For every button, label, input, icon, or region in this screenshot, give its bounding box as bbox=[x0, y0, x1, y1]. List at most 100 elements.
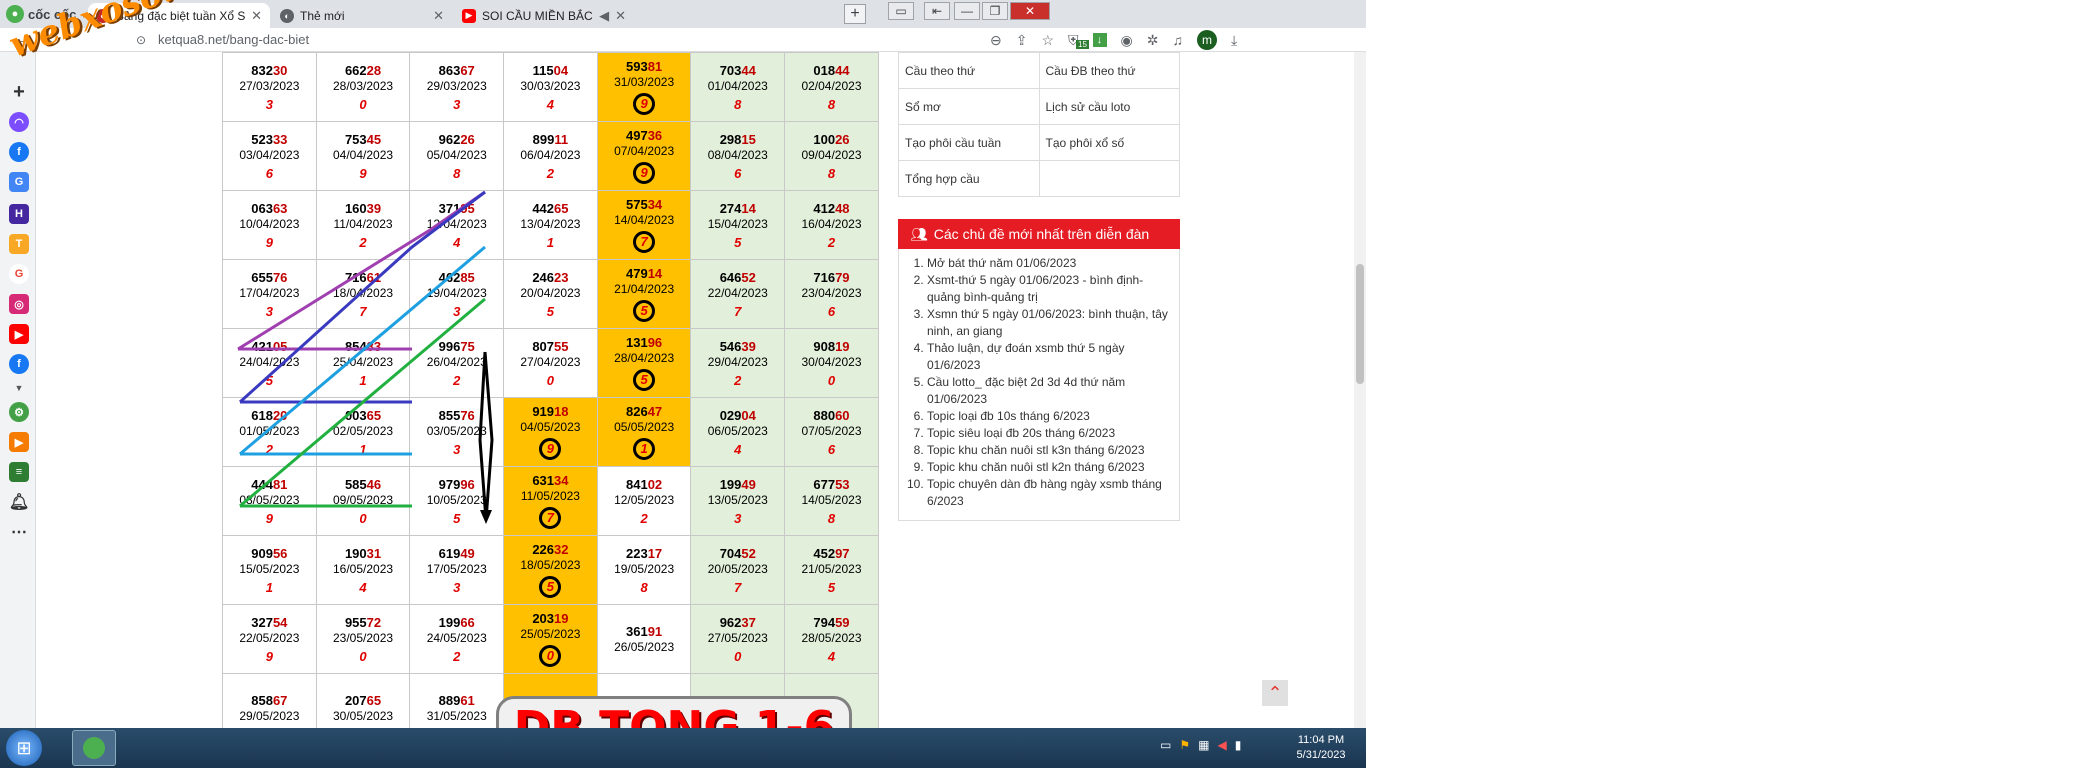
url-field[interactable]: ketqua8.net/bang-dac-biet bbox=[158, 32, 309, 47]
result-number: 66228 bbox=[317, 63, 410, 78]
chevron-down-icon[interactable]: ▼ bbox=[9, 378, 29, 398]
tray-power-icon[interactable]: ▮ bbox=[1235, 738, 1242, 752]
forum-topic-link[interactable]: Topic siêu loại đb 20s tháng 6/2023 bbox=[927, 425, 1171, 442]
youtube-icon[interactable]: ▶ bbox=[9, 324, 29, 344]
adblock-icon[interactable]: ⛨ 15 bbox=[1068, 32, 1089, 49]
result-date: 15/05/2023 bbox=[239, 561, 300, 576]
forum-topic-link[interactable]: Topic loại đb 10s tháng 6/2023 bbox=[927, 408, 1171, 425]
quick-link[interactable]: Lịch sử cầu loto bbox=[1038, 88, 1180, 125]
google-icon[interactable]: G bbox=[9, 264, 29, 284]
result-cell: 44265 13/04/2023 1 bbox=[503, 190, 598, 260]
left-sidebar: + ◠ f G H T G ◎ ▶ f ▼ ⚙ ▶ ≡ 🔔︎ ⋯ bbox=[0, 52, 36, 728]
tab-soi-cau[interactable]: ▶ SOI CẦU MIỀN BẮC NGÀY ◀ ✕ bbox=[454, 3, 634, 28]
result-number: 61820 bbox=[223, 408, 316, 423]
translate-icon[interactable]: G bbox=[9, 172, 29, 192]
restore-button[interactable]: ❐ bbox=[982, 2, 1008, 20]
extensions-puzzle-icon[interactable]: ✲ bbox=[1147, 32, 1159, 49]
avatar[interactable]: m bbox=[1196, 30, 1217, 50]
scroll-to-top-button[interactable]: ⌃ bbox=[1262, 680, 1288, 706]
coccoc-logo-icon: ● bbox=[6, 5, 24, 23]
t-app-icon[interactable]: T bbox=[9, 234, 29, 254]
result-number-head: 631 bbox=[532, 473, 555, 488]
quick-link[interactable]: Tạo phôi cầu tuần bbox=[898, 124, 1040, 161]
downloads-icon[interactable]: ⤓ bbox=[1231, 32, 1237, 49]
result-number-head: 841 bbox=[626, 476, 648, 492]
taskbar-clock[interactable]: 11:04 PM 5/31/2023 bbox=[1286, 733, 1356, 763]
result-number: 11504 bbox=[504, 63, 597, 78]
result-number-head: 593 bbox=[626, 59, 648, 74]
share-icon[interactable]: ⇪ bbox=[1016, 32, 1028, 49]
h-app-icon[interactable]: H bbox=[9, 204, 29, 224]
quick-link[interactable]: Sổ mơ bbox=[898, 88, 1040, 125]
start-button[interactable]: ⊞ bbox=[6, 730, 42, 766]
notes-icon[interactable]: ≡ bbox=[9, 462, 29, 482]
result-number-head: 619 bbox=[438, 545, 461, 561]
screenshot-icon[interactable]: ▭ bbox=[888, 2, 914, 20]
forum-topic-link[interactable]: Xsmn thứ 5 ngày 01/06/2023: bình thuận, … bbox=[927, 306, 1171, 340]
vertical-scrollbar[interactable] bbox=[1354, 52, 1366, 728]
tray-display-icon[interactable]: ▭ bbox=[1160, 738, 1171, 752]
site-info-icon[interactable]: ⊙ bbox=[136, 33, 146, 47]
speaker-icon[interactable]: ◀ bbox=[599, 8, 609, 24]
result-sum: 9 bbox=[265, 510, 273, 526]
close-window-button[interactable]: ✕ bbox=[1010, 2, 1050, 20]
more-icon[interactable]: ⋯ bbox=[9, 522, 29, 542]
facebook-icon[interactable]: f bbox=[9, 354, 29, 374]
forum-topic-link[interactable]: Xsmt-thứ 5 ngày 01/06/2023 - bình định-q… bbox=[927, 272, 1171, 306]
result-number: 19031 bbox=[317, 546, 410, 561]
result-number-tail: 15 bbox=[741, 131, 756, 147]
instagram-icon[interactable]: ◎ bbox=[9, 294, 29, 314]
result-sum: 5 bbox=[598, 369, 691, 391]
forum-topic-link[interactable]: Cầu lotto_ đặc biệt 2d 3d 4d thứ năm 01/… bbox=[927, 374, 1171, 408]
forum-topic-link[interactable]: Topic khu chăn nuôi stl k3n tháng 6/2023 bbox=[927, 442, 1171, 459]
media-icon[interactable]: ▶ bbox=[9, 432, 29, 452]
bell-icon[interactable]: 🔔︎ bbox=[9, 492, 29, 512]
result-date: 06/05/2023 bbox=[707, 423, 768, 438]
media-controls-icon[interactable]: ♫ bbox=[1172, 32, 1183, 48]
result-cell: 95572 23/05/2023 0 bbox=[315, 604, 411, 674]
result-number-head: 858 bbox=[251, 693, 273, 708]
zoom-out-icon[interactable]: ⊖ bbox=[990, 32, 1002, 49]
result-number-head: 100 bbox=[813, 131, 836, 147]
result-cell: 96237 27/05/2023 0 bbox=[690, 604, 786, 674]
close-tab-icon[interactable]: ✕ bbox=[615, 8, 626, 24]
minimize-button[interactable]: — bbox=[954, 2, 980, 20]
scrollbar-thumb[interactable] bbox=[1356, 264, 1364, 384]
close-tab-icon[interactable]: ✕ bbox=[433, 8, 444, 24]
bookmark-star-icon[interactable]: ☆ bbox=[1041, 32, 1054, 49]
forum-heading-text: Các chủ đề mới nhất trên diễn đàn bbox=[933, 226, 1150, 242]
result-number-tail: 85 bbox=[460, 269, 475, 285]
tray-network-icon[interactable]: ▦ bbox=[1198, 738, 1209, 752]
forum-topic-link[interactable]: Topic khu chăn nuôi stl k2n tháng 6/2023 bbox=[927, 459, 1171, 476]
tools-icon[interactable]: ⚙ bbox=[9, 402, 29, 422]
download-green-icon[interactable]: ↓ bbox=[1092, 33, 1107, 47]
forum-topic-link[interactable]: Thảo luận, dự đoán xsmb thứ 5 ngày 01/6/… bbox=[927, 340, 1171, 374]
result-date: 12/05/2023 bbox=[614, 492, 675, 507]
quick-link[interactable]: Cầu ĐB theo thứ bbox=[1038, 52, 1180, 89]
result-date: 16/04/2023 bbox=[801, 216, 862, 231]
tray-sound-muted-icon[interactable]: ◀ bbox=[1217, 738, 1226, 752]
result-number-tail: 36 bbox=[647, 128, 663, 143]
circled-sum: 9 bbox=[539, 438, 562, 460]
tray-flag-icon[interactable]: ⚑ bbox=[1179, 738, 1190, 752]
messenger-icon[interactable]: ◠ bbox=[9, 112, 29, 132]
taskbar-coccoc[interactable] bbox=[72, 730, 116, 766]
add-icon[interactable]: + bbox=[9, 81, 29, 103]
new-tab-button[interactable]: + bbox=[844, 4, 866, 24]
result-date: 20/05/2023 bbox=[707, 561, 768, 576]
tab-new-tab[interactable]: ◐ Thẻ mới ✕ bbox=[272, 3, 452, 28]
facebook-icon[interactable]: f bbox=[9, 142, 29, 162]
quick-link[interactable]: Tổng hợp cầu bbox=[898, 160, 1040, 197]
result-number-head: 199 bbox=[719, 476, 742, 492]
quick-link[interactable]: Tạo phôi xổ số bbox=[1038, 124, 1180, 161]
toolbar-icons: ⊖ ⇪ ☆ ⛨ 15 ↓ ◉ ✲ ♫ m ⤓ bbox=[990, 30, 1237, 50]
forum-topic-link[interactable]: Topic chuyên dàn đb hàng ngày xsmb tháng… bbox=[927, 476, 1171, 510]
sidebar-toggle-icon[interactable]: ⇤ bbox=[924, 2, 950, 20]
result-number: 71661 bbox=[317, 270, 410, 285]
forum-topic-link[interactable]: Mở bát thứ năm 01/06/2023 bbox=[927, 255, 1171, 272]
close-tab-icon[interactable]: ✕ bbox=[251, 8, 262, 24]
result-sum: 2 bbox=[734, 372, 742, 388]
quick-link[interactable]: Cầu theo thứ bbox=[898, 52, 1040, 89]
result-date: 04/05/2023 bbox=[520, 420, 581, 434]
chrome-icon[interactable]: ◉ bbox=[1121, 32, 1133, 49]
